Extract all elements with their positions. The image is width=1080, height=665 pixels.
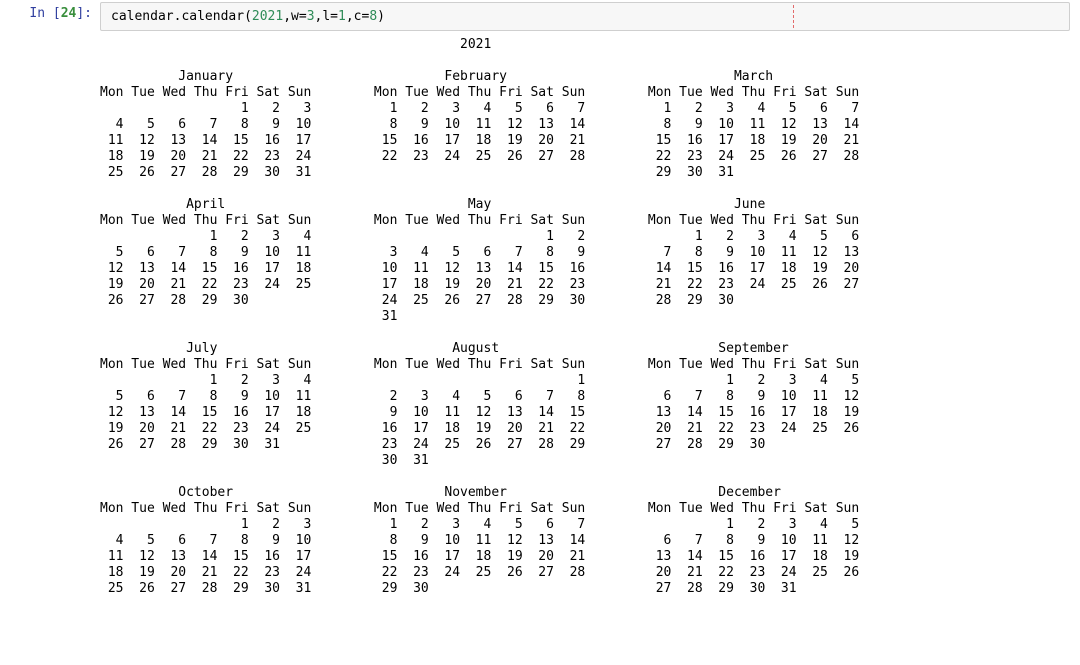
input-area: calendar.calendar(2021,w=3,l=1,c=8) <box>100 0 1080 35</box>
prompt-exec-count: 24 <box>61 6 77 21</box>
ruler-line <box>793 5 794 28</box>
code-val-c: 8 <box>369 9 377 24</box>
code-paren-open: ( <box>244 9 252 24</box>
code-func: calendar.calendar <box>111 9 244 24</box>
code-arg-year: 2021 <box>252 9 283 24</box>
calendar-output-text: 2021 January February March Mon Tue Wed … <box>100 37 1080 597</box>
input-prompt: In [24]: <box>0 0 100 21</box>
code-comma-1: , <box>283 9 291 24</box>
code-eq-2: = <box>330 9 338 24</box>
notebook-cell: In [24]: calendar.calendar(2021,w=3,l=1,… <box>0 0 1080 35</box>
code-val-l: 1 <box>338 9 346 24</box>
code-comma-3: , <box>346 9 354 24</box>
code-input[interactable]: calendar.calendar(2021,w=3,l=1,c=8) <box>100 2 1070 31</box>
code-val-w: 3 <box>307 9 315 24</box>
prompt-in-label: In <box>29 6 52 21</box>
code-key-w: w <box>291 9 299 24</box>
code-paren-close: ) <box>377 9 385 24</box>
prompt-open-bracket: [ <box>53 6 61 21</box>
prompt-close-bracket: ]: <box>76 6 92 21</box>
code-key-l: l <box>322 9 330 24</box>
code-eq-1: = <box>299 9 307 24</box>
output-area: 2021 January February March Mon Tue Wed … <box>0 37 1080 597</box>
